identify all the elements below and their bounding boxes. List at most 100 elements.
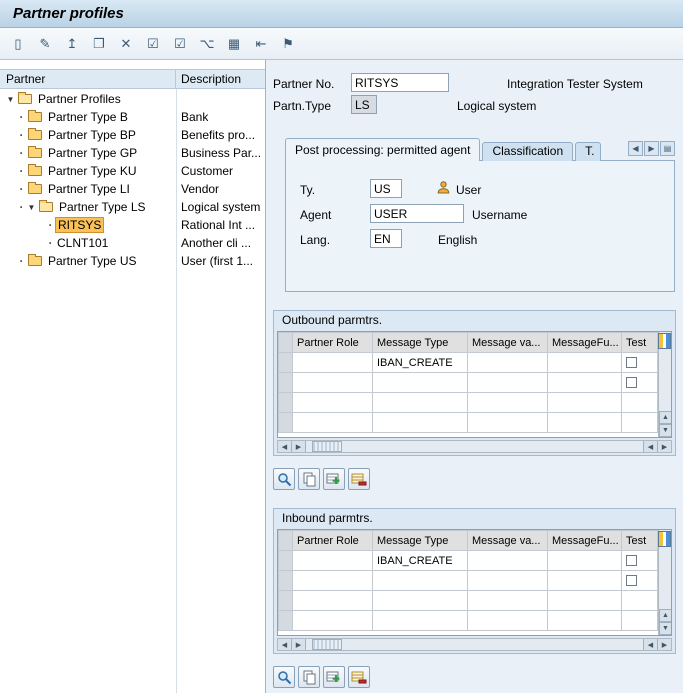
scrollbar-thumb[interactable]	[312, 639, 342, 650]
collapse-icon[interactable]: ▼	[5, 95, 16, 104]
horizontal-scrollbar[interactable]: ◀ ▶ ◀ ▶	[277, 638, 672, 651]
outbound-insert-row-button[interactable]	[323, 468, 345, 490]
select-all-cell[interactable]	[279, 531, 293, 551]
col-message-variant[interactable]: Message va...	[468, 531, 548, 551]
create-icon[interactable]: ▯	[8, 34, 28, 54]
agent-field[interactable]	[370, 204, 464, 223]
tree-column-partner[interactable]: Partner	[0, 70, 176, 88]
scroll-left-icon[interactable]: ◀	[278, 639, 292, 650]
select-all-cell[interactable]	[279, 333, 293, 353]
row-selector[interactable]	[279, 591, 293, 611]
col-message-type[interactable]: Message Type	[373, 531, 468, 551]
col-message-function[interactable]: MessageFu...	[548, 531, 622, 551]
cell-test[interactable]	[622, 373, 658, 393]
scroll-up-icon[interactable]: ▲	[659, 609, 672, 622]
tree-item-partner-type-ku[interactable]: · Partner Type KU Customer	[0, 162, 265, 180]
cell-message-function[interactable]	[548, 353, 622, 373]
tree-item-partner-type-li[interactable]: · Partner Type LI Vendor	[0, 180, 265, 198]
inbound-copy-row-button[interactable]	[298, 666, 320, 688]
test-checkbox[interactable]	[626, 377, 637, 388]
row-selector[interactable]	[279, 551, 293, 571]
col-message-type[interactable]: Message Type	[373, 333, 468, 353]
row-selector[interactable]	[279, 413, 293, 433]
import-icon[interactable]: ⇤	[251, 34, 271, 54]
scroll-tabs-right-button[interactable]: ▶	[644, 141, 659, 156]
tree-item-partner-type-bp[interactable]: · Partner Type BP Benefits pro...	[0, 126, 265, 144]
collapse-icon[interactable]: ▼	[26, 203, 37, 212]
check-consistency-icon[interactable]: ☑	[143, 34, 163, 54]
table-row[interactable]: IBAN_CREATE	[279, 551, 658, 571]
cell-message-variant[interactable]	[468, 551, 548, 571]
cell-message-function[interactable]	[548, 551, 622, 571]
table-settings-icon[interactable]	[658, 531, 671, 550]
horizontal-scrollbar[interactable]: ◀ ▶ ◀ ▶	[277, 440, 672, 453]
col-test[interactable]: Test	[622, 333, 658, 353]
col-message-function[interactable]: MessageFu...	[548, 333, 622, 353]
inbound-delete-row-button[interactable]	[348, 666, 370, 688]
table-row[interactable]	[279, 611, 658, 631]
cell-test[interactable]	[622, 353, 658, 373]
table-row[interactable]	[279, 373, 658, 393]
col-partner-role[interactable]: Partner Role	[293, 333, 373, 353]
test-checkbox[interactable]	[626, 357, 637, 368]
language-field[interactable]	[370, 229, 402, 248]
table-row[interactable]	[279, 413, 658, 433]
col-message-variant[interactable]: Message va...	[468, 333, 548, 353]
tree-item-clnt101[interactable]: · CLNT101 Another cli ...	[0, 234, 265, 252]
table-row[interactable]	[279, 393, 658, 413]
row-selector[interactable]	[279, 353, 293, 373]
tab-post-processing[interactable]: Post processing: permitted agent	[285, 138, 480, 161]
tree-item-partner-type-b[interactable]: · Partner Type B Bank	[0, 108, 265, 126]
table-row[interactable]	[279, 591, 658, 611]
tab-overview-button[interactable]: ▤	[660, 141, 675, 156]
row-selector[interactable]	[279, 373, 293, 393]
copy-icon[interactable]: ❐	[89, 34, 109, 54]
col-test[interactable]: Test	[622, 531, 658, 551]
cell-message-type[interactable]: IBAN_CREATE	[373, 353, 468, 373]
scroll-down-icon[interactable]: ▼	[659, 622, 672, 635]
cell-test[interactable]	[622, 551, 658, 571]
scroll-right-icon[interactable]: ▶	[657, 441, 671, 452]
cell-test[interactable]	[622, 571, 658, 591]
scroll-right-icon[interactable]: ▶	[292, 639, 306, 650]
table-view-icon[interactable]: ▦	[224, 34, 244, 54]
move-up-icon[interactable]: ↥	[62, 34, 82, 54]
hierarchy-icon[interactable]: ⌥	[197, 34, 217, 54]
note-icon[interactable]: ⚑	[278, 34, 298, 54]
test-checkbox[interactable]	[626, 575, 637, 586]
tree-item-ritsys[interactable]: · RITSYS Rational Int ...	[0, 216, 265, 234]
tab-telephony[interactable]: T.	[575, 142, 601, 161]
cell-message-type[interactable]: IBAN_CREATE	[373, 551, 468, 571]
scroll-left-icon[interactable]: ◀	[643, 441, 657, 452]
partner-type-field[interactable]	[351, 95, 377, 114]
table-settings-icon[interactable]	[658, 333, 671, 352]
scroll-right-icon[interactable]: ▶	[292, 441, 306, 452]
inbound-detail-button[interactable]	[273, 666, 295, 688]
scrollbar-thumb[interactable]	[312, 441, 342, 452]
table-row[interactable]: IBAN_CREATE	[279, 353, 658, 373]
scroll-down-icon[interactable]: ▼	[659, 424, 672, 437]
scroll-left-icon[interactable]: ◀	[278, 441, 292, 452]
cell-partner-role[interactable]	[293, 551, 373, 571]
tab-classification[interactable]: Classification	[482, 142, 573, 161]
outbound-copy-row-button[interactable]	[298, 468, 320, 490]
scroll-left-icon[interactable]: ◀	[643, 639, 657, 650]
row-selector[interactable]	[279, 611, 293, 631]
check-agent-icon[interactable]: ☑	[170, 34, 190, 54]
outbound-delete-row-button[interactable]	[348, 468, 370, 490]
test-checkbox[interactable]	[626, 555, 637, 566]
cell-message-variant[interactable]	[468, 353, 548, 373]
scroll-up-icon[interactable]: ▲	[659, 411, 672, 424]
col-partner-role[interactable]: Partner Role	[293, 531, 373, 551]
scroll-right-icon[interactable]: ▶	[657, 639, 671, 650]
tree-item-partner-type-ls[interactable]: · ▼ Partner Type LS Logical system	[0, 198, 265, 216]
tree-item-partner-type-us[interactable]: · Partner Type US User (first 1...	[0, 252, 265, 270]
partner-no-field[interactable]	[351, 73, 449, 92]
tree-item-partner-type-gp[interactable]: · Partner Type GP Business Par...	[0, 144, 265, 162]
delete-icon[interactable]: ✕	[116, 34, 136, 54]
tree-column-description[interactable]: Description	[176, 70, 265, 88]
table-row[interactable]	[279, 571, 658, 591]
agent-type-field[interactable]	[370, 179, 402, 198]
inbound-insert-row-button[interactable]	[323, 666, 345, 688]
outbound-detail-button[interactable]	[273, 468, 295, 490]
